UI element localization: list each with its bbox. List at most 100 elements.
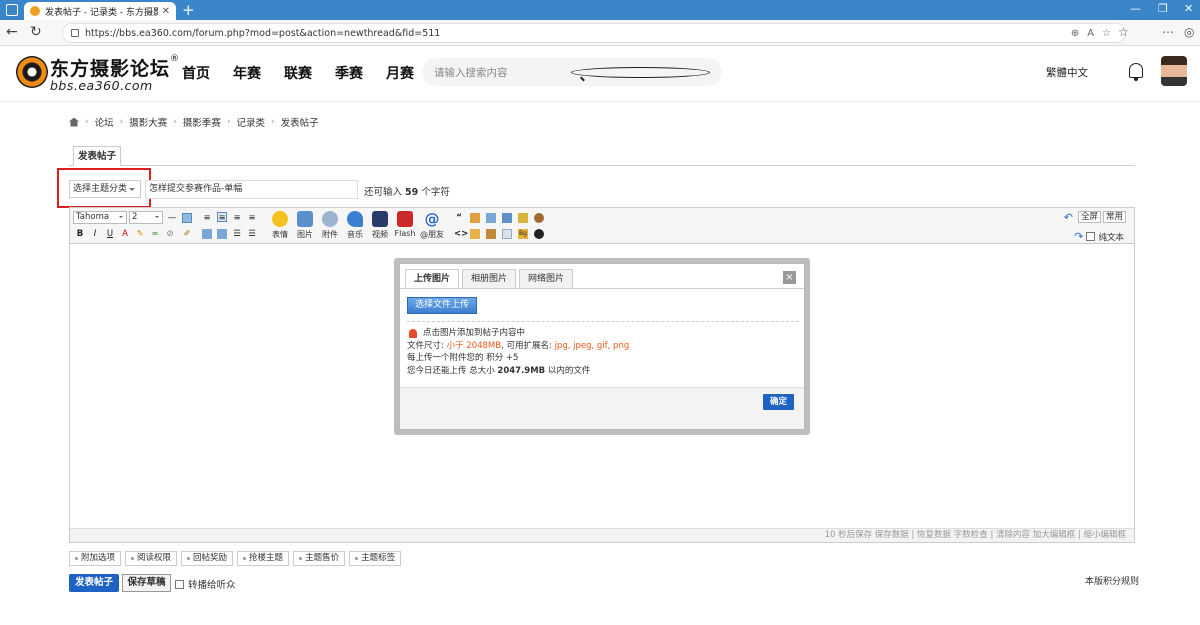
breadcrumb-contest[interactable]: 摄影大赛 bbox=[129, 115, 167, 129]
table-icon[interactable] bbox=[182, 213, 192, 223]
back-icon[interactable]: ← bbox=[6, 24, 18, 40]
option-read-permission[interactable]: 阅读权限 bbox=[125, 551, 178, 566]
flash-button[interactable]: Flash bbox=[393, 211, 417, 238]
font-size-select[interactable]: 2 bbox=[129, 211, 163, 224]
highlight-box bbox=[57, 168, 151, 208]
breadcrumb-season[interactable]: 摄影季赛 bbox=[183, 115, 221, 129]
edge-icon[interactable]: ◎ bbox=[1184, 25, 1194, 39]
nav-item-monthly[interactable]: 月赛 bbox=[386, 63, 414, 83]
common-button[interactable]: 常用 bbox=[1102, 211, 1126, 223]
option-floor-grab[interactable]: 抢楼主题 bbox=[237, 551, 290, 566]
ordered-list-icon[interactable]: ☰ bbox=[232, 229, 242, 239]
quote-icon[interactable]: “ bbox=[454, 213, 464, 223]
browser-tab[interactable]: 发表帖子 - 记录类 - 东方摄影论坛 ✕ bbox=[24, 2, 176, 20]
align-left-icon[interactable]: ≡ bbox=[202, 213, 212, 223]
nav-item-league[interactable]: 联赛 bbox=[284, 63, 312, 83]
table-grid-icon[interactable] bbox=[502, 229, 512, 239]
unordered-list-icon[interactable]: ☰ bbox=[247, 229, 257, 239]
favorites-icon[interactable]: ☆ bbox=[1118, 25, 1129, 39]
tab-upload-image[interactable]: 上传图片 bbox=[405, 269, 460, 289]
align-center-icon[interactable]: ≡ bbox=[217, 212, 227, 223]
nav-item-season[interactable]: 季赛 bbox=[335, 63, 363, 83]
plain-text-checkbox[interactable] bbox=[1086, 232, 1096, 241]
broadcast-toggle[interactable]: 转播给听众 bbox=[175, 577, 236, 591]
unlink-icon[interactable]: ⊘ bbox=[165, 229, 175, 239]
site-logo[interactable]: 东方摄影论坛® bbs.ea360.com bbox=[16, 54, 179, 94]
bold-icon[interactable]: B bbox=[75, 229, 85, 239]
tab-web-image[interactable]: 网络图片 bbox=[519, 269, 574, 288]
new-tab-icon[interactable]: + bbox=[182, 1, 195, 19]
minimize-icon[interactable]: — bbox=[1130, 2, 1141, 15]
breadcrumb-record[interactable]: 记录类 bbox=[236, 115, 265, 129]
tab-album-image[interactable]: 相册图片 bbox=[462, 269, 517, 288]
close-icon[interactable]: × bbox=[783, 271, 796, 284]
nav-item-home[interactable]: 首页 bbox=[182, 63, 210, 83]
more-icon[interactable]: ⋯ bbox=[1162, 25, 1174, 39]
browser-tab-bar: 发表帖子 - 记录类 - 东方摄影论坛 ✕ + — ❐ ✕ bbox=[0, 0, 1200, 20]
attachment-button[interactable]: 附件 bbox=[318, 211, 342, 240]
subject-input[interactable]: 怎样提交参赛作品-单幅 bbox=[145, 180, 358, 199]
choose-file-button[interactable]: 选择文件上传 bbox=[407, 297, 477, 314]
underline-icon[interactable]: U bbox=[105, 229, 115, 239]
image-button[interactable]: 图片 bbox=[293, 211, 317, 240]
brush-icon[interactable]: ✐ bbox=[182, 229, 192, 239]
float-left-icon[interactable] bbox=[202, 229, 212, 239]
redo-icon[interactable]: ↷ bbox=[1074, 230, 1083, 243]
window-menu-icon[interactable] bbox=[6, 4, 18, 16]
close-window-icon[interactable]: ✕ bbox=[1184, 2, 1193, 15]
justify-icon[interactable]: ≡ bbox=[247, 213, 257, 223]
search-icon[interactable] bbox=[571, 66, 710, 78]
font-family-select[interactable]: Tahoma bbox=[73, 211, 127, 224]
home-icon[interactable] bbox=[69, 117, 79, 127]
font-color-icon[interactable]: A bbox=[120, 229, 130, 239]
fullscreen-button[interactable]: 全屏 bbox=[1077, 211, 1101, 223]
lock-content-icon[interactable] bbox=[470, 229, 480, 239]
url-field[interactable]: https://bbs.ea360.com/forum.php?mod=post… bbox=[62, 23, 1126, 43]
submit-post-button[interactable]: 发表帖子 bbox=[69, 574, 119, 592]
search-input[interactable]: 请输入搜索内容 bbox=[422, 58, 722, 86]
align-right-icon[interactable]: ≡ bbox=[232, 213, 242, 223]
sell-icon[interactable] bbox=[518, 213, 528, 223]
traditional-chinese-link[interactable]: 繁體中文 bbox=[1046, 65, 1088, 80]
beta-icon[interactable]: Bg bbox=[518, 229, 528, 239]
horizontal-rule-icon[interactable]: — bbox=[167, 213, 177, 223]
close-tab-icon[interactable]: ✕ bbox=[162, 6, 170, 17]
mention-button[interactable]: @ @朋友 bbox=[418, 211, 446, 240]
qq-icon[interactable] bbox=[534, 229, 544, 239]
undo-icon[interactable]: ↶ bbox=[1064, 211, 1073, 224]
italic-icon[interactable]: I bbox=[90, 229, 100, 239]
plain-text-toggle[interactable]: ↷ 纯文本 bbox=[1074, 230, 1124, 243]
emoji-button[interactable]: 表情 bbox=[268, 211, 292, 240]
refresh-icon[interactable]: ↻ bbox=[30, 24, 42, 40]
highlight-icon[interactable]: ✎ bbox=[135, 229, 145, 239]
float-right-icon[interactable] bbox=[217, 229, 227, 239]
address-tools-icon[interactable]: ⊕A☆ bbox=[1071, 28, 1119, 39]
quota-prefix: 您今日还能上传 总大小 bbox=[407, 365, 495, 376]
link-icon[interactable]: ∞ bbox=[150, 229, 160, 239]
video-button[interactable]: 视频 bbox=[368, 211, 392, 240]
breadcrumb-forum[interactable]: 论坛 bbox=[95, 115, 114, 129]
option-extra[interactable]: 附加选项 bbox=[69, 551, 122, 566]
info-line-1: 点击图片添加到帖子内容中 bbox=[423, 328, 526, 338]
ball-icon[interactable] bbox=[534, 213, 544, 223]
bell-icon[interactable] bbox=[1129, 63, 1143, 81]
tab-post-thread[interactable]: 发表帖子 bbox=[73, 146, 121, 166]
option-reply-reward[interactable]: 回帖奖励 bbox=[181, 551, 234, 566]
hide-icon[interactable] bbox=[470, 213, 480, 223]
page-icon[interactable] bbox=[486, 213, 496, 223]
option-price[interactable]: 主题售价 bbox=[293, 551, 346, 566]
save-draft-button[interactable]: 保存草稿 bbox=[122, 574, 171, 592]
option-tags[interactable]: 主题标签 bbox=[349, 551, 402, 566]
package-icon[interactable] bbox=[486, 229, 496, 239]
quota-suffix: 以内的文件 bbox=[547, 365, 591, 376]
restore-icon[interactable]: ❐ bbox=[1158, 2, 1168, 15]
notice-bell-icon bbox=[409, 328, 417, 338]
ok-button[interactable]: 确定 bbox=[763, 394, 794, 410]
broadcast-checkbox[interactable] bbox=[175, 579, 184, 589]
code-icon[interactable]: <> bbox=[454, 229, 468, 239]
tab-icon[interactable] bbox=[502, 213, 512, 223]
nav-item-annual[interactable]: 年赛 bbox=[233, 63, 261, 83]
music-button[interactable]: 音乐 bbox=[343, 211, 367, 240]
credit-rules-link[interactable]: 本版积分规则 bbox=[1085, 574, 1139, 587]
avatar[interactable] bbox=[1161, 56, 1187, 86]
